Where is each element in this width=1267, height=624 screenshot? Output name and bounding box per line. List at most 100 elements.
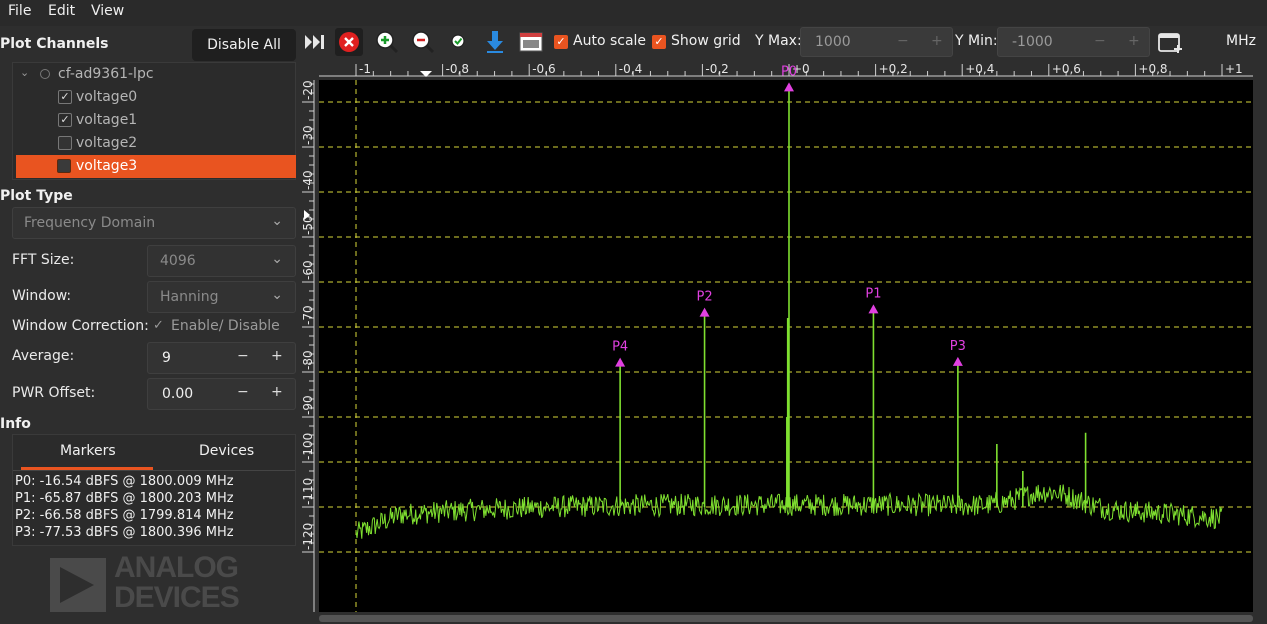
- average-label: Average:: [12, 348, 75, 364]
- y-tick-label: -60: [301, 260, 315, 280]
- channel-voltage2[interactable]: voltage2: [76, 135, 137, 151]
- x-tick-label: -0,4: [619, 62, 642, 76]
- ymin-increment[interactable]: +: [1128, 33, 1140, 49]
- window-select[interactable]: Hanning ⌄: [147, 281, 296, 313]
- show-grid-label[interactable]: Show grid: [671, 33, 741, 49]
- peak-label: P4: [612, 340, 628, 355]
- show-grid-checkbox[interactable]: ✓: [652, 35, 666, 49]
- average-increment[interactable]: +: [271, 348, 283, 364]
- y-tick-label: -20: [301, 80, 315, 100]
- y-tick-label: -120: [301, 523, 315, 550]
- x-tick-label: +1: [1225, 62, 1243, 76]
- logo-text-analog: ANALOG: [114, 551, 239, 584]
- ymin-label: Y Min:: [955, 33, 998, 49]
- x-tick-label: +0,6: [1052, 62, 1081, 76]
- x-tick-label: +0,8: [1138, 62, 1167, 76]
- run-single-icon[interactable]: [301, 28, 329, 56]
- plot-canvas[interactable]: [319, 80, 1253, 612]
- pwr-offset-value[interactable]: 0.00: [162, 386, 193, 402]
- x-tick-label: -0,2: [705, 62, 728, 76]
- chevron-down-icon: ⌄: [271, 213, 283, 229]
- channel-voltage1[interactable]: voltage1: [76, 112, 137, 128]
- info-panel: Markers Devices P0: -16.54 dBFS @ 1800.0…: [12, 434, 296, 546]
- peak-label: P2: [697, 290, 713, 305]
- x-tick-label: +0,2: [879, 62, 908, 76]
- checkmark-icon[interactable]: ✓: [153, 318, 164, 333]
- close-icon: [339, 32, 359, 52]
- menu-view[interactable]: View: [91, 3, 124, 19]
- peak-label: P0: [781, 64, 797, 79]
- auto-scale-label[interactable]: Auto scale: [573, 33, 646, 49]
- channel-voltage3[interactable]: voltage3: [76, 158, 137, 174]
- y-tick-label: -40: [301, 170, 315, 190]
- zoom-out-icon[interactable]: [409, 28, 437, 56]
- window-label: Window:: [12, 288, 72, 304]
- y-tick-label: -90: [301, 395, 315, 415]
- horizontal-scrollbar[interactable]: [319, 615, 1253, 622]
- checkbox-voltage3[interactable]: [57, 159, 71, 173]
- checkbox-voltage2[interactable]: [58, 136, 72, 150]
- plot-type-select[interactable]: Frequency Domain ⌄: [12, 207, 296, 239]
- stop-button[interactable]: [335, 28, 363, 56]
- zoom-in-icon[interactable]: [373, 28, 401, 56]
- frequency-unit-label: MHz: [1226, 33, 1256, 49]
- device-node[interactable]: cf-ad9361-lpc: [58, 66, 154, 82]
- ymax-spinbox[interactable]: 1000 − +: [800, 27, 953, 57]
- y-tick-label: -100: [301, 433, 315, 460]
- chevron-down-icon[interactable]: ⌄: [20, 66, 29, 79]
- x-tick-label: -1: [359, 62, 371, 76]
- menu-bar: File Edit View: [0, 0, 1267, 26]
- marker-line-p0: P0: -16.54 dBFS @ 1800.009 MHz: [15, 474, 234, 489]
- y-tick-label: -50: [301, 215, 315, 235]
- peak-label: P3: [950, 339, 966, 354]
- analog-devices-logo: [50, 558, 106, 612]
- y-tick-label: -110: [301, 478, 315, 505]
- x-tick-label: -0,6: [532, 62, 555, 76]
- marker-line-p1: P1: -65.87 dBFS @ 1800.203 MHz: [15, 491, 234, 506]
- new-window-icon[interactable]: [1157, 28, 1185, 56]
- y-tick-label: -70: [301, 305, 315, 325]
- tab-divider: [13, 470, 295, 471]
- pwr-offset-spinbox[interactable]: 0.00 − +: [147, 378, 296, 410]
- average-value[interactable]: 9: [162, 350, 171, 366]
- checkbox-voltage1[interactable]: ✓: [58, 113, 72, 127]
- checkbox-voltage0[interactable]: ✓: [58, 90, 72, 104]
- menu-file[interactable]: File: [8, 3, 31, 19]
- window-correction-toggle[interactable]: Enable/ Disable: [171, 318, 280, 334]
- channel-voltage0[interactable]: voltage0: [76, 89, 137, 105]
- radio-icon[interactable]: [40, 69, 50, 79]
- info-title: Info: [0, 416, 31, 432]
- tab-markers[interactable]: Markers: [60, 443, 116, 459]
- auto-scale-checkbox[interactable]: ✓: [554, 35, 568, 49]
- screenshot-icon[interactable]: [517, 28, 545, 56]
- ymax-value[interactable]: 1000: [815, 34, 851, 50]
- ymin-value[interactable]: -1000: [1012, 34, 1053, 50]
- pwr-offset-label: PWR Offset:: [12, 385, 96, 401]
- download-icon[interactable]: [481, 28, 509, 56]
- ymin-spinbox[interactable]: -1000 − +: [997, 27, 1150, 57]
- window-value: Hanning: [160, 289, 219, 305]
- ymax-decrement[interactable]: −: [897, 33, 909, 49]
- disable-all-button[interactable]: Disable All: [192, 29, 296, 61]
- marker-line-p3: P3: -77.53 dBFS @ 1800.396 MHz: [15, 525, 234, 540]
- y-tick-label: -80: [301, 350, 315, 370]
- x-tick-label: +0,4: [965, 62, 994, 76]
- spectrum-plot[interactable]: -1 -0,8 -0,6 -0,4 -0,2 +0 +0,2 +0,4 +0,6 +0,8 +1 -…: [298, 60, 1267, 624]
- ymin-decrement[interactable]: −: [1094, 33, 1106, 49]
- fft-size-select[interactable]: 4096 ⌄: [147, 245, 296, 277]
- average-decrement[interactable]: −: [237, 348, 249, 364]
- ymax-increment[interactable]: +: [931, 33, 943, 49]
- zoom-fit-icon[interactable]: [445, 28, 473, 56]
- pwr-offset-increment[interactable]: +: [271, 384, 283, 400]
- fft-size-label: FFT Size:: [12, 252, 75, 268]
- pwr-offset-decrement[interactable]: −: [237, 384, 249, 400]
- menu-edit[interactable]: Edit: [48, 3, 75, 19]
- plot-type-title: Plot Type: [0, 188, 73, 204]
- plot-channels-title: Plot Channels: [0, 36, 109, 52]
- chevron-down-icon: ⌄: [271, 287, 283, 303]
- window-correction-label: Window Correction:: [12, 318, 149, 334]
- average-spinbox[interactable]: 9 − +: [147, 342, 296, 374]
- logo-triangle-icon: [60, 567, 94, 603]
- plot-type-value: Frequency Domain: [24, 215, 156, 231]
- tab-devices[interactable]: Devices: [199, 443, 254, 459]
